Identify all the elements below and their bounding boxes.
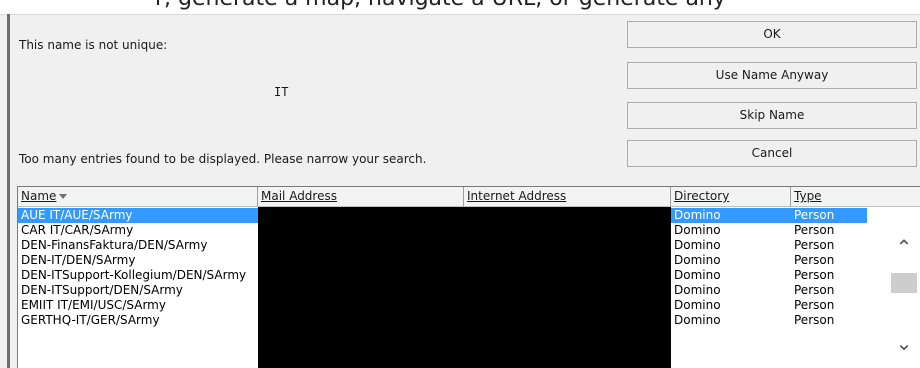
search-query-text: IT xyxy=(274,85,289,99)
sort-desc-icon xyxy=(59,194,68,199)
row-name: DEN-FinansFaktura/DEN/SArmy xyxy=(21,238,208,252)
row-type: Person xyxy=(794,238,835,252)
row-type: Person xyxy=(794,208,835,222)
row-directory: Domino xyxy=(674,238,721,252)
row-directory: Domino xyxy=(674,253,721,267)
row-directory: Domino xyxy=(674,283,721,297)
column-header-mail-address[interactable]: Mail Address xyxy=(258,187,464,207)
chevron-up-icon[interactable]: ⌃ xyxy=(887,237,920,257)
cancel-button[interactable]: Cancel xyxy=(627,140,917,167)
row-name: DEN-ITSupport-Kollegium/DEN/SArmy xyxy=(21,268,247,282)
row-type: Person xyxy=(794,298,835,312)
ok-button[interactable]: OK xyxy=(627,21,917,48)
name-not-unique-dialog: r, generate a map, navigate a URL, or ge… xyxy=(0,0,920,368)
matching-names-list[interactable]: Name Mail Address Internet Address Direc… xyxy=(17,186,920,368)
row-type: Person xyxy=(794,268,835,282)
row-name: EMIIT IT/EMI/USC/SArmy xyxy=(21,298,166,312)
skip-name-button[interactable]: Skip Name xyxy=(627,102,917,129)
row-directory: Domino xyxy=(674,313,721,327)
row-type: Person xyxy=(794,283,835,297)
window-left-border xyxy=(7,14,10,368)
column-header-directory[interactable]: Directory xyxy=(671,187,791,207)
background-page-strip: r, generate a map, navigate a URL, or ge… xyxy=(0,0,920,15)
row-directory: Domino xyxy=(674,268,721,282)
row-name: DEN-ITSupport/DEN/SArmy xyxy=(21,283,183,297)
row-name: AUE IT/AUE/SArmy xyxy=(21,208,133,222)
column-header-name[interactable]: Name xyxy=(18,187,258,207)
row-directory: Domino xyxy=(674,208,721,222)
background-text: r, generate a map, navigate a URL, or ge… xyxy=(155,0,726,11)
row-directory: Domino xyxy=(674,298,721,312)
not-unique-message: This name is not unique: xyxy=(19,38,168,52)
row-directory: Domino xyxy=(674,223,721,237)
use-name-anyway-button[interactable]: Use Name Anyway xyxy=(627,62,917,89)
row-type: Person xyxy=(794,223,835,237)
chevron-down-icon[interactable]: ⌄ xyxy=(887,333,920,353)
row-name: CAR IT/CAR/SArmy xyxy=(21,223,134,237)
row-type: Person xyxy=(794,313,835,327)
scrollbar-thumb[interactable] xyxy=(891,273,917,293)
too-many-entries-message: Too many entries found to be displayed. … xyxy=(19,152,427,166)
row-name: GERTHQ-IT/GER/SArmy xyxy=(21,313,160,327)
column-header-name-label: Name xyxy=(21,189,57,203)
vertical-scrollbar[interactable]: ⌃ ⌄ xyxy=(887,207,920,368)
column-header-type[interactable]: Type xyxy=(791,187,920,207)
column-header-internet-address[interactable]: Internet Address xyxy=(464,187,671,207)
row-type: Person xyxy=(794,253,835,267)
row-name: DEN-IT/DEN/SArmy xyxy=(21,253,136,267)
redacted-address-block xyxy=(258,207,671,368)
